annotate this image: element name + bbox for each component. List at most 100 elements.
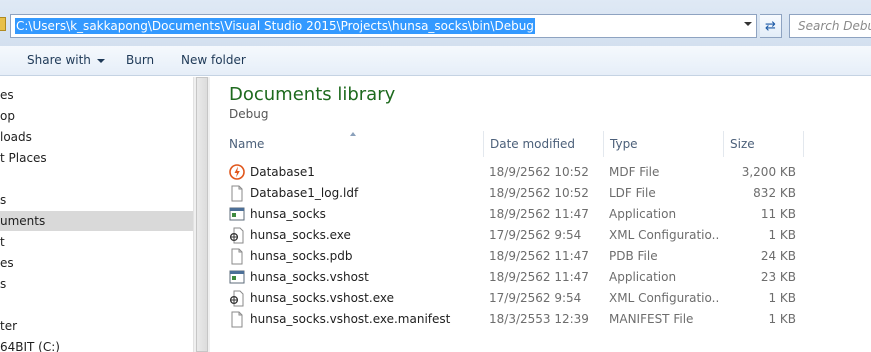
sidebar-item[interactable]: t [0,232,5,252]
file-type: PDB File [609,249,658,263]
chevron-down-icon [96,58,105,63]
file-date: 18/9/2562 11:47 [489,207,589,221]
address-bar[interactable]: C:\Users\k_sakkapong\Documents\Visual St… [10,14,757,38]
column-divider[interactable] [803,131,804,157]
file-row[interactable]: Database1_log.ldf 18/9/2562 10:52 LDF File… [211,183,871,204]
config-file-icon [229,227,245,244]
sidebar-item-label: 64BIT (C:) [0,340,60,352]
file-row[interactable]: hunsa_socks.exe 17/9/2562 9:54 XML Configu… [211,225,871,246]
file-type: MANIFEST File [609,312,694,326]
file-size: 1 KB [768,312,796,326]
sort-ascending-icon [350,132,356,136]
sidebar-item[interactable]: es [0,85,14,105]
file-row[interactable]: hunsa_socks 18/9/2562 11:47 Application 11 … [211,204,871,225]
file-date: 18/9/2562 10:52 [489,186,589,200]
file-list-pane: Documents library Debug Name Date modifi… [211,77,871,352]
config-file-icon [229,290,245,307]
sidebar-item-label: loads [0,130,32,144]
navigation-pane: es op loads t Places s uments t es s ter… [0,77,193,352]
file-name: hunsa_socks.vshost [250,270,369,284]
folder-icon [0,17,6,31]
file-row[interactable]: Database1 18/9/2562 10:52 MDF File 3,200 KB [211,162,871,183]
file-date: 18/3/2553 12:39 [489,312,589,326]
sidebar-item-label: t Places [0,151,47,165]
sidebar-item-label: s [0,193,7,207]
file-size: 1 KB [768,291,796,305]
file-name: hunsa_socks.vshost.exe [250,291,394,305]
column-header-size[interactable]: Size [730,131,755,157]
file-row[interactable]: hunsa_socks.vshost 18/9/2562 11:47 Applica… [211,267,871,288]
library-subtitle: Debug [229,107,269,121]
file-type: MDF File [609,165,660,179]
column-header-type[interactable]: Type [610,131,638,157]
sidebar-item-label: uments [0,214,46,228]
column-divider[interactable] [483,131,484,157]
application-icon [229,206,245,223]
file-row[interactable]: hunsa_socks.vshost.exe 17/9/2562 9:54 XML … [211,288,871,309]
navigation-bar: C:\Users\k_sakkapong\Documents\Visual St… [0,0,871,46]
sidebar-item-label: es [0,256,14,270]
sidebar-item-label: op [0,109,15,123]
search-placeholder: Search Debug [798,19,871,33]
new-folder-label: New folder [181,53,246,67]
refresh-button[interactable]: ⇄ [760,14,782,38]
search-input[interactable]: Search Debug [789,14,871,38]
sidebar-item-label: t [0,235,5,249]
file-type: XML Configuratio... [609,228,719,242]
file-size: 24 KB [760,249,796,263]
refresh-icon: ⇄ [765,18,776,34]
sidebar-item[interactable]: op [0,106,15,126]
document-icon [229,311,245,328]
file-size: 1 KB [768,228,796,242]
file-row[interactable]: hunsa_socks.vshost.exe.manifest 18/3/2553… [211,309,871,330]
burn-label: Burn [126,53,155,67]
sidebar-item[interactable]: loads [0,127,32,147]
file-size: 23 KB [760,270,796,284]
file-name: Database1 [250,165,315,179]
column-header-name[interactable]: Name [229,131,264,157]
file-type: Application [609,207,677,221]
file-date: 18/9/2562 10:52 [489,165,589,179]
address-path[interactable]: C:\Users\k_sakkapong\Documents\Visual St… [15,18,535,34]
file-type: LDF File [609,186,656,200]
file-name: hunsa_socks.exe [250,228,351,242]
new-folder-button[interactable]: New folder [181,53,246,67]
file-type: XML Configuratio... [609,291,719,305]
file-size: 3,200 KB [741,165,796,179]
sidebar-item-label: s [0,277,7,291]
application-icon [229,269,245,286]
sidebar-item-documents[interactable]: uments [0,211,193,231]
file-name: hunsa_socks [250,207,326,221]
document-icon [229,248,245,265]
file-name: Database1_log.ldf [250,186,359,200]
file-date: 18/9/2562 11:47 [489,270,589,284]
sidebar-item[interactable]: es [0,253,14,273]
file-date: 17/9/2562 9:54 [489,291,582,305]
scrollbar-thumb[interactable] [196,77,208,352]
column-divider[interactable] [723,131,724,157]
column-divider[interactable] [603,131,604,157]
document-icon [229,185,245,202]
burn-button[interactable]: Burn [126,53,154,67]
chevron-down-icon[interactable] [744,22,752,26]
file-size: 832 KB [753,186,796,200]
sidebar-item[interactable]: t Places [0,148,47,168]
sidebar-scrollbar[interactable] [193,77,210,352]
file-row[interactable]: hunsa_socks.pdb 18/9/2562 11:47 PDB File 24… [211,246,871,267]
file-date: 18/9/2562 11:47 [489,249,589,263]
share-with-label: Share with [27,53,91,67]
command-bar: Share with Burn New folder [0,46,871,76]
column-header-date[interactable]: Date modified [490,131,575,157]
file-name: hunsa_socks.pdb [250,249,353,263]
share-with-button[interactable]: Share with [27,53,105,67]
file-date: 17/9/2562 9:54 [489,228,582,242]
sidebar-item[interactable]: ter [0,316,17,336]
file-name: hunsa_socks.vshost.exe.manifest [250,312,451,326]
file-type: Application [609,270,677,284]
sidebar-item[interactable]: s [0,190,6,210]
sidebar-item-label: ter [0,319,18,333]
database-icon [229,164,245,181]
file-size: 11 KB [760,207,796,221]
sidebar-item[interactable]: s [0,274,6,294]
sidebar-item-drive[interactable]: 64BIT (C:) [0,337,60,352]
